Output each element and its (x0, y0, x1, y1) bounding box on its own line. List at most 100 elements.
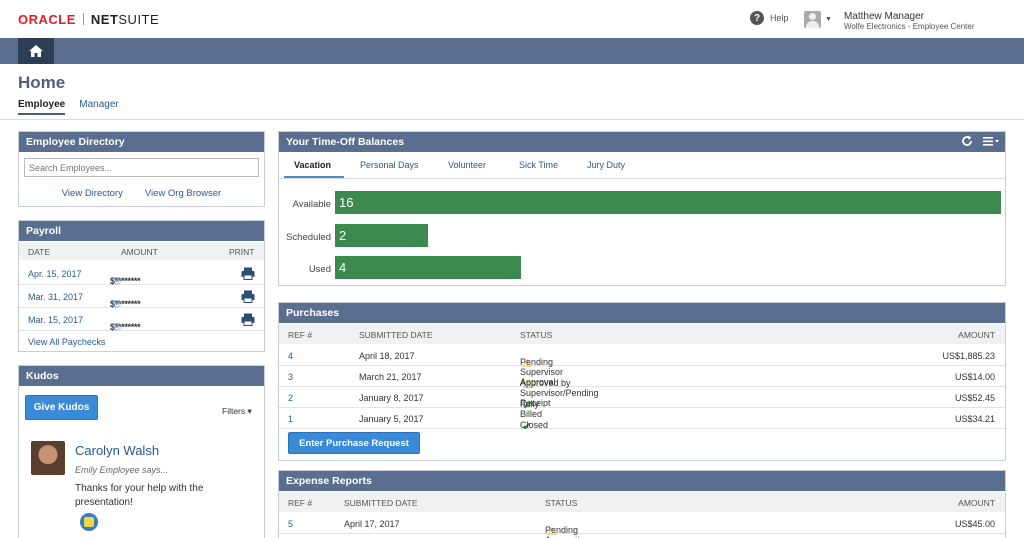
user-name: Matthew Manager (843, 11, 924, 22)
time-off-portlet: Your Time-Off Balances Vacation Personal… (278, 131, 1006, 286)
eye-icon[interactable]: 👁 (111, 322, 122, 333)
give-kudos-button[interactable]: Give Kudos (25, 395, 98, 420)
tab-manager[interactable]: Manager (79, 99, 118, 115)
portlet-title: Your Time-Off Balances (279, 132, 1005, 152)
portlet-title: Kudos (19, 366, 264, 386)
bar-label-scheduled: Scheduled (286, 232, 331, 243)
table-row: Mar. 15, 2017 $******** 👁 (19, 308, 264, 333)
menu-icon[interactable] (983, 136, 999, 146)
ref-link[interactable]: 4 (288, 351, 293, 361)
expense-reports-portlet: Expense Reports REF # SUBMITTED DATE STA… (278, 470, 1006, 538)
amount: US$34.21 (954, 414, 995, 424)
column-submitted-date: SUBMITTED DATE (359, 330, 433, 340)
paycheck-date-link[interactable]: Mar. 15, 2017 (28, 315, 83, 325)
top-header: ORACLE NETSUITE ? Help ▼ Matthew Manager… (0, 0, 1024, 38)
expenses-table-header: REF # SUBMITTED DATE STATUS AMOUNT (279, 492, 1005, 512)
print-icon[interactable] (241, 267, 255, 280)
netsuite-logo-text: NETSUITE (90, 11, 160, 27)
page-tabs: Employee Manager (18, 99, 119, 115)
tab-volunteer[interactable]: Volunteer (448, 160, 486, 170)
filters-dropdown[interactable]: Filters ▾ (222, 406, 252, 417)
view-directory-link[interactable]: View Directory (62, 188, 123, 199)
kudos-recipient-name[interactable]: Carolyn Walsh (75, 443, 159, 458)
user-role: Wolfe Electronics - Employee Center (843, 22, 975, 31)
chevron-down-icon: ▾ (247, 406, 252, 416)
user-menu[interactable]: ▼ Matthew Manager Wolfe Electronics - Em… (804, 11, 975, 32)
oracle-netsuite-logo[interactable]: ORACLE NETSUITE (18, 11, 160, 27)
column-print: PRINT (229, 247, 255, 257)
payroll-table-header: DATE AMOUNT PRINT (19, 242, 264, 260)
column-ref: REF # (288, 498, 313, 508)
kudos-portlet: Kudos Give Kudos Filters ▾ Carolyn Walsh… (18, 365, 265, 538)
user-info: Matthew Manager Wolfe Electronics - Empl… (844, 11, 975, 32)
home-button[interactable] (18, 38, 54, 64)
tab-jury-duty[interactable]: Jury Duty (587, 160, 625, 170)
kudos-message: Thanks for your help with the presentati… (75, 483, 204, 508)
tab-personal-days[interactable]: Personal Days (360, 160, 419, 170)
amount: US$52.45 (954, 393, 995, 403)
column-ref: REF # (288, 330, 313, 340)
table-row[interactable]: 3 March 21, 2017 ⚠ Approved by Supervisor… (279, 366, 1005, 408)
chevron-down-icon: ▼ (825, 16, 832, 23)
tab-vacation[interactable]: Vacation (294, 160, 331, 170)
ref-link[interactable]: 1 (288, 414, 293, 424)
column-status: STATUS (545, 498, 578, 508)
submitted-date: January 5, 2017 (359, 414, 424, 424)
logo-divider (82, 13, 84, 25)
print-icon[interactable] (241, 313, 255, 326)
bar-label-used: Used (308, 264, 331, 275)
enter-purchase-request-button[interactable]: Enter Purchase Request (288, 432, 420, 454)
column-status: STATUS (520, 330, 553, 340)
tabs-divider (0, 119, 1024, 120)
view-all-paychecks-link[interactable]: View All Paychecks (28, 337, 105, 347)
column-amount: AMOUNT (958, 498, 995, 508)
ref-link[interactable]: 3 (288, 372, 293, 382)
help-label: Help (770, 13, 789, 23)
tab-sick-time[interactable]: Sick Time (519, 160, 558, 170)
tab-employee[interactable]: Employee (18, 99, 66, 115)
table-row[interactable]: 5 April 17, 2017 ⚠Pending Accounting App… (279, 513, 1005, 538)
paycheck-date-link[interactable]: Apr. 15, 2017 (28, 269, 82, 279)
ref-link[interactable]: 2 (288, 393, 293, 403)
help-icon: ? (750, 11, 764, 25)
portlet-title: Expense Reports (279, 471, 1005, 491)
employee-directory-portlet: Employee Directory View Directory View O… (18, 131, 265, 207)
table-row[interactable]: 1 January 5, 2017 ✔ Closed US$34.21 (279, 408, 1005, 433)
balance-bar-used: 4 (335, 256, 521, 279)
nav-bar (0, 38, 1024, 64)
balance-bar-scheduled: 2 (335, 224, 428, 247)
submitted-date: January 8, 2017 (359, 393, 424, 403)
active-tab-indicator (284, 176, 344, 178)
kudos-sender: Emily Employee says... (75, 465, 169, 475)
column-amount: AMOUNT (958, 330, 995, 340)
print-icon[interactable] (241, 290, 255, 303)
refresh-icon[interactable] (961, 135, 973, 147)
page-title: Home (18, 73, 66, 92)
submitted-date: April 17, 2017 (344, 519, 400, 529)
submitted-date: April 18, 2017 (359, 351, 415, 361)
portlet-title: Employee Directory (19, 132, 264, 152)
amount: US$14.00 (954, 372, 995, 382)
column-submitted-date: SUBMITTED DATE (344, 498, 418, 508)
amount: US$1,885.23 (942, 351, 995, 361)
payroll-portlet: Payroll DATE AMOUNT PRINT Apr. 15, 2017 … (18, 220, 265, 352)
portlet-title: Purchases (279, 303, 1005, 323)
submitted-date: March 21, 2017 (359, 372, 422, 382)
search-employees-input[interactable] (24, 158, 259, 177)
directory-links: View Directory View Org Browser (19, 188, 264, 199)
portlet-title-text: Your Time-Off Balances (286, 136, 405, 148)
avatar (31, 441, 65, 475)
ref-link[interactable]: 5 (288, 519, 293, 529)
table-row[interactable]: 2 January 8, 2017 ✔ Fully Billed US$52.45 (279, 387, 1005, 419)
view-org-browser-link[interactable]: View Org Browser (145, 188, 221, 199)
help-link[interactable]: ? Help (750, 11, 789, 25)
purchases-portlet: Purchases REF # SUBMITTED DATE STATUS AM… (278, 302, 1006, 461)
portlet-title: Payroll (19, 221, 264, 241)
bar-label-available: Available (292, 199, 331, 210)
table-row: Apr. 15, 2017 $******** 👁 (19, 262, 264, 286)
purchases-table-header: REF # SUBMITTED DATE STATUS AMOUNT (279, 324, 1005, 344)
user-avatar-icon (804, 11, 821, 28)
paycheck-date-link[interactable]: Mar. 31, 2017 (28, 292, 83, 302)
oracle-logo-text: ORACLE (18, 11, 76, 27)
table-row[interactable]: 4 April 18, 2017 ⚠ Pending Supervisor App… (279, 345, 1005, 387)
